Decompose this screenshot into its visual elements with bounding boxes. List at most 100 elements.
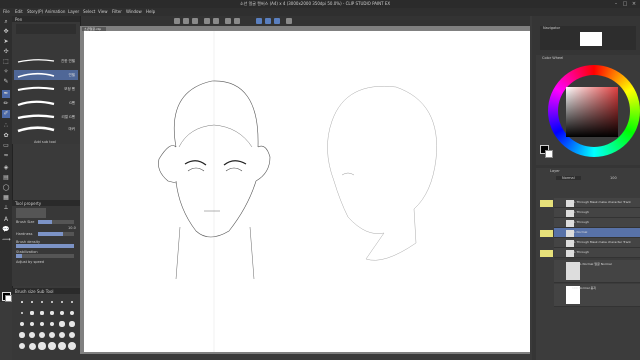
brush-size-dot[interactable] xyxy=(28,342,36,350)
layer-row[interactable]: 100 % Through Mask make character Track xyxy=(554,238,640,248)
undo-icon[interactable] xyxy=(204,18,210,24)
menu-view[interactable]: View xyxy=(98,9,108,14)
brush-size-dot[interactable] xyxy=(29,332,35,338)
layer-row-selected[interactable]: 100 % Normal xyxy=(554,228,640,238)
clear-icon[interactable] xyxy=(225,18,231,24)
decoration-icon[interactable]: ✿ xyxy=(2,132,10,140)
brush-size-dot[interactable] xyxy=(49,321,55,327)
brush-item-1[interactable]: 연필 xyxy=(14,70,78,80)
redo-icon[interactable] xyxy=(213,18,219,24)
hardness-slider[interactable] xyxy=(38,232,74,236)
brush-item-5[interactable]: 마커 xyxy=(14,124,78,134)
new-icon[interactable] xyxy=(174,18,180,24)
brush-size-dot[interactable] xyxy=(18,342,26,350)
brush-size-dot[interactable] xyxy=(48,331,56,339)
brush-size-dot[interactable] xyxy=(21,301,23,303)
brush-size-dot[interactable] xyxy=(60,300,64,304)
layer-row[interactable]: 100 Normal 용지 xyxy=(554,284,640,307)
adjust-by-speed-label[interactable]: Adjust by speed xyxy=(16,260,44,264)
brush-size-dot[interactable] xyxy=(69,321,75,327)
brush-size-dot[interactable] xyxy=(31,301,33,303)
eyedropper-icon[interactable]: ✎ xyxy=(2,78,10,86)
layer-row[interactable]: 100 % Through xyxy=(554,218,640,228)
brush-size-dot[interactable] xyxy=(20,311,24,315)
move-layer-icon[interactable]: ✣ xyxy=(2,48,10,56)
sub-color-chip[interactable] xyxy=(5,295,12,302)
layer-row[interactable]: 100 % Through xyxy=(554,248,640,258)
menu-help[interactable]: Help xyxy=(146,9,155,14)
brush-size-dot[interactable] xyxy=(39,332,45,338)
opacity-value[interactable]: 100 xyxy=(610,176,617,180)
figure-icon[interactable]: ◯ xyxy=(2,184,10,192)
brush-size-dot[interactable] xyxy=(68,342,76,350)
brush-size-dot[interactable] xyxy=(38,342,46,350)
main-color-swatch[interactable] xyxy=(2,280,10,288)
close-icon[interactable]: × xyxy=(630,1,638,7)
sub-color-chip[interactable] xyxy=(545,150,553,158)
text-icon[interactable]: A xyxy=(2,216,10,224)
canvas-paper[interactable] xyxy=(84,31,530,352)
fill-icon[interactable] xyxy=(234,18,240,24)
pencil-tool-icon[interactable]: ✏ xyxy=(2,100,10,108)
brush-size-dot[interactable] xyxy=(50,300,54,304)
selection-tool-icon[interactable]: ⬚ xyxy=(2,58,10,66)
brush-size-dot[interactable] xyxy=(30,311,34,315)
brush-size-dot[interactable] xyxy=(40,311,44,315)
auto-select-icon[interactable]: ✧ xyxy=(2,68,10,76)
layer-row[interactable]: 100 % Through xyxy=(554,208,640,218)
airbrush-icon[interactable]: ∴ xyxy=(2,122,10,130)
operation-tool-icon[interactable]: ➤ xyxy=(2,38,10,46)
save-icon[interactable] xyxy=(192,18,198,24)
snap-ruler-icon[interactable] xyxy=(256,18,262,24)
menu-animation[interactable]: Animation xyxy=(45,9,65,14)
gradient-icon[interactable]: ▤ xyxy=(2,174,10,182)
brush-size-dot[interactable] xyxy=(70,300,74,304)
correct-line-icon[interactable]: ⟿ xyxy=(2,236,11,244)
brush-item-0[interactable]: 진한 연필 xyxy=(14,56,78,66)
brush-size-dot[interactable] xyxy=(39,321,45,327)
brush-size-dot[interactable] xyxy=(29,321,35,327)
brush-size-slider[interactable] xyxy=(38,220,74,224)
brush-size-dot[interactable] xyxy=(41,301,43,303)
menu-story[interactable]: Story(P) xyxy=(27,9,43,14)
maximize-icon[interactable]: □ xyxy=(621,1,629,7)
snap-grid-icon[interactable] xyxy=(274,18,280,24)
ruler-icon[interactable]: ⟂ xyxy=(2,204,10,212)
menu-layer[interactable]: Layer xyxy=(68,9,79,14)
pen-tool-icon[interactable]: ✒ xyxy=(2,90,10,98)
eraser-icon[interactable]: ▭ xyxy=(2,142,10,150)
brush-density-slider[interactable] xyxy=(16,244,74,248)
brush-item-3[interactable]: G펜 xyxy=(14,98,78,108)
fill-tool-icon[interactable]: ◈ xyxy=(2,164,10,172)
snap-special-ruler-icon[interactable] xyxy=(265,18,271,24)
brush-size-dot[interactable] xyxy=(19,332,25,338)
layer-row[interactable]: 100 % Through Mask make character Track xyxy=(554,198,640,208)
blend-icon[interactable]: ≈ xyxy=(2,152,10,160)
open-icon[interactable] xyxy=(183,18,189,24)
add-subtool-button[interactable]: Add sub tool xyxy=(34,140,56,144)
zoom-tool-icon[interactable]: ⌕ xyxy=(2,18,10,26)
brush-size-dot[interactable] xyxy=(50,311,54,315)
balloon-icon[interactable]: 💬 xyxy=(2,226,10,234)
brush-tool-icon[interactable]: ✐ xyxy=(2,110,10,118)
minimize-icon[interactable]: – xyxy=(612,1,620,7)
menu-window[interactable]: Window xyxy=(126,9,142,14)
navigator-preview[interactable] xyxy=(580,32,602,46)
layer-row[interactable]: 100 % Normal 얼굴 Normal xyxy=(554,260,640,283)
brush-size-dot[interactable] xyxy=(59,321,65,327)
menu-file[interactable]: File xyxy=(3,9,10,14)
saturation-value-square[interactable] xyxy=(566,87,618,137)
menu-select[interactable]: Select xyxy=(83,9,95,14)
stabilization-slider[interactable] xyxy=(16,254,74,258)
brush-size-dot[interactable] xyxy=(19,321,25,327)
brush-size-dot[interactable] xyxy=(58,342,66,350)
subtool-tabs[interactable] xyxy=(16,24,76,34)
blend-mode-select[interactable]: Normal xyxy=(556,176,581,180)
menu-filter[interactable]: Filter xyxy=(112,9,122,14)
frame-icon[interactable]: ▦ xyxy=(2,194,10,202)
move-tool-icon[interactable]: ✥ xyxy=(2,28,10,36)
brush-size-dot[interactable] xyxy=(48,342,56,350)
brush-item-2[interactable]: 보정 펜 xyxy=(14,84,78,94)
brush-item-4[interactable]: 리얼 G펜 xyxy=(14,112,78,122)
brush-size-dot[interactable] xyxy=(70,311,74,315)
